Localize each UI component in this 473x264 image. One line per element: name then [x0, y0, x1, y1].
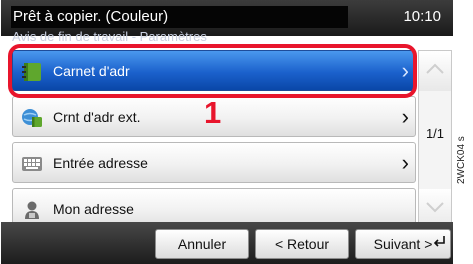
chevron-right-icon: › — [401, 150, 409, 175]
enter-icon — [432, 228, 446, 256]
scroll-up-button[interactable] — [419, 51, 451, 91]
status-message: Prêt à copier. (Couleur) — [11, 6, 348, 28]
next-button-label: Suivant > — [373, 236, 433, 252]
list-item-label: Entrée adresse — [53, 155, 148, 171]
document-code: 2WCK04 s — [456, 136, 467, 184]
list-item-label: Crnt d'adr ext. — [53, 109, 141, 125]
chevron-down-icon — [425, 200, 445, 218]
screen-title: Avis de fin de travail - Paramètres — [12, 29, 207, 44]
next-button[interactable]: Suivant > — [355, 229, 451, 259]
keyboard-icon — [21, 154, 43, 174]
step-number: 1 — [204, 95, 222, 130]
external-address-book-icon — [21, 108, 43, 128]
chevron-right-icon: › — [401, 104, 409, 129]
back-button[interactable]: < Retour — [255, 229, 349, 259]
cancel-button[interactable]: Annuler — [155, 229, 249, 259]
page-indicator: 1/1 — [425, 126, 445, 141]
list-item-address-entry[interactable]: Entrée adresse › — [12, 142, 416, 183]
clock: 10:10 — [403, 8, 441, 25]
scroll-panel: 1/1 — [418, 50, 452, 230]
screen: Prêt à copier. (Couleur) 10:10 Avis de f… — [0, 0, 473, 264]
person-icon — [21, 200, 43, 220]
chevron-up-icon — [425, 62, 445, 80]
step-highlight — [8, 44, 417, 98]
